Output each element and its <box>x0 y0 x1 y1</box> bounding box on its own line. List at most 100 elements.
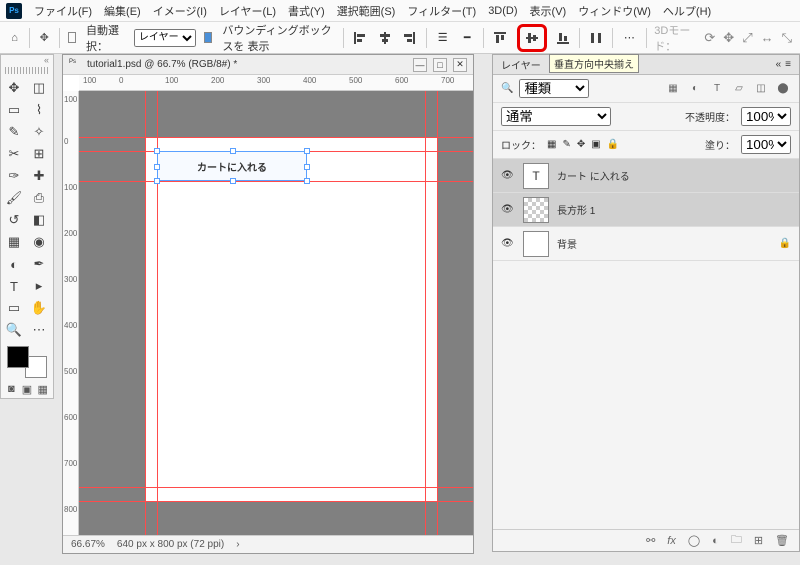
foreground-color[interactable] <box>7 346 29 368</box>
menu-3d[interactable]: 3D(D) <box>488 5 517 17</box>
auto-select-target[interactable]: レイヤー <box>134 29 196 47</box>
new-layer-icon[interactable]: ⊞ <box>754 534 763 547</box>
path-select-tool[interactable]: ▸ <box>28 276 50 296</box>
menu-filter[interactable]: フィルター(T) <box>407 3 476 19</box>
guide-horizontal[interactable] <box>79 181 473 182</box>
selected-layer-bbox[interactable]: カートに入れる <box>157 151 307 181</box>
scale-icon[interactable]: ⤡ <box>782 30 792 46</box>
filter-toggle-icon[interactable]: ⬤ <box>775 81 791 97</box>
brush-tool[interactable]: 🖌 <box>3 188 25 208</box>
distribute-vertical[interactable] <box>588 28 605 48</box>
statusbar-chevron-icon[interactable]: › <box>236 539 239 550</box>
panel-menu-icon[interactable]: ≡ <box>785 59 791 70</box>
type-tool[interactable]: T <box>3 276 25 296</box>
guide-vertical[interactable] <box>145 91 146 535</box>
lock-pixels-icon[interactable]: ▦ <box>547 139 556 150</box>
panel-collapse-icon[interactable]: « <box>776 59 782 70</box>
slide-icon[interactable]: ↔ <box>761 30 774 46</box>
layer-filter-type[interactable]: 種類 <box>519 79 589 98</box>
home-icon[interactable]: ⌂ <box>8 29 21 47</box>
orbit-icon[interactable]: ⟳ <box>704 30 715 46</box>
lock-position-icon[interactable]: ✥ <box>577 139 585 150</box>
eraser-tool[interactable]: ◧ <box>28 210 50 230</box>
blur-tool[interactable]: ◉ <box>28 232 50 252</box>
healing-tool[interactable]: ✚ <box>28 166 50 186</box>
menu-edit[interactable]: 編集(E) <box>104 3 141 19</box>
menu-layer[interactable]: レイヤー(L) <box>219 3 276 19</box>
align-left-edges[interactable] <box>352 28 369 48</box>
fill-input[interactable]: 100% <box>741 135 791 154</box>
layer-item[interactable]: 👁 長方形 1 <box>493 193 799 227</box>
maximize-button[interactable]: □ <box>433 58 447 72</box>
filter-type-icon[interactable]: T <box>709 81 725 97</box>
menu-select[interactable]: 選択範囲(S) <box>337 3 396 19</box>
dodge-tool[interactable]: ◐ <box>3 254 25 274</box>
magic-wand-tool[interactable]: ✧ <box>28 122 50 142</box>
auto-select-checkbox[interactable] <box>68 32 77 43</box>
align-bottom-edges[interactable] <box>555 28 572 48</box>
guide-horizontal[interactable] <box>79 501 473 502</box>
more-options-icon[interactable]: ⋯ <box>621 28 638 48</box>
layer-name[interactable]: カート に入れる <box>557 168 630 183</box>
zoom-level[interactable]: 66.67% <box>71 539 105 550</box>
rectangle-tool[interactable]: ▭ <box>3 298 25 318</box>
artboard-tool[interactable]: ◫ <box>28 78 50 98</box>
close-button[interactable]: ✕ <box>453 58 467 72</box>
filter-shape-icon[interactable]: ▱ <box>731 81 747 97</box>
layer-item[interactable]: 👁 背景 🔒 <box>493 227 799 261</box>
eyedropper-tool[interactable]: ✑ <box>3 166 25 186</box>
menu-window[interactable]: ウィンドウ(W) <box>578 3 651 19</box>
layer-item[interactable]: 👁 T カート に入れる <box>493 159 799 193</box>
menu-image[interactable]: イメージ(I) <box>153 3 207 19</box>
quick-select-tool[interactable]: ✎ <box>3 122 25 142</box>
gradient-tool[interactable]: ▦ <box>3 232 25 252</box>
dolly-icon[interactable]: ⤢ <box>742 30 752 46</box>
filter-adjust-icon[interactable]: ◐ <box>687 81 703 97</box>
filter-image-icon[interactable]: ▦ <box>665 81 681 97</box>
move-tool-icon[interactable]: ✥ <box>38 29 51 47</box>
pen-tool[interactable]: ✒ <box>28 254 50 274</box>
minimize-button[interactable]: — <box>413 58 427 72</box>
align-horizontal-centers[interactable] <box>377 28 394 48</box>
lock-brush-icon[interactable]: ✎ <box>562 139 570 150</box>
zoom-tool[interactable]: 🔍 <box>3 320 25 340</box>
pan-icon[interactable]: ✥ <box>723 30 734 46</box>
align-right-edges[interactable] <box>401 28 418 48</box>
new-group-icon[interactable]: 🗀 <box>731 531 742 550</box>
menu-type[interactable]: 書式(Y) <box>288 3 325 19</box>
collapse-icon[interactable]: « <box>44 55 49 65</box>
guide-horizontal[interactable] <box>79 487 473 488</box>
history-brush-tool[interactable]: ↺ <box>3 210 25 230</box>
canvas[interactable]: カートに入れる <box>79 91 473 535</box>
lock-all-icon[interactable]: 🔒 <box>607 139 619 150</box>
menu-view[interactable]: 表示(V) <box>530 3 567 19</box>
ruler-horizontal[interactable]: 100 0 100 200 300 400 500 600 700 <box>79 75 473 91</box>
document-titlebar[interactable]: Ps tutorial1.psd @ 66.7% (RGB/8#) * — □ … <box>63 55 473 75</box>
layer-fx-icon[interactable]: fx <box>667 535 676 547</box>
layer-name[interactable]: 長方形 1 <box>557 202 595 217</box>
visibility-icon[interactable]: 👁 <box>501 238 515 249</box>
filter-smart-icon[interactable]: ◫ <box>753 81 769 97</box>
extra-icon[interactable]: ▦ <box>36 382 49 396</box>
quick-mask-icon[interactable]: ◙ <box>5 382 18 396</box>
stamp-tool[interactable]: ⎙ <box>28 188 50 208</box>
distribute-horizontal[interactable]: ☰ <box>434 28 451 48</box>
guide-vertical[interactable] <box>437 91 438 535</box>
frame-tool[interactable]: ⊞ <box>28 144 50 164</box>
doc-dimensions[interactable]: 640 px x 800 px (72 ppi) <box>117 539 224 550</box>
move-tool[interactable]: ✥ <box>3 78 25 98</box>
opacity-input[interactable]: 100% <box>741 107 791 126</box>
lock-icon[interactable]: 🔒 <box>779 238 791 249</box>
visibility-icon[interactable]: 👁 <box>501 204 515 215</box>
blend-mode-select[interactable]: 通常 <box>501 107 611 126</box>
align-top-edges[interactable] <box>492 28 509 48</box>
distribute-spacing[interactable]: ━ <box>459 28 476 48</box>
align-vertical-centers[interactable] <box>521 28 543 48</box>
adjustment-layer-icon[interactable]: ◐ <box>712 535 719 547</box>
crop-tool[interactable]: ✂ <box>3 144 25 164</box>
layers-panel-title[interactable]: レイヤー <box>501 57 541 72</box>
ruler-vertical[interactable]: 100 0 100 200 300 400 500 600 700 800 <box>63 91 79 535</box>
color-swatches[interactable] <box>7 346 47 378</box>
link-layers-icon[interactable]: ⚯ <box>646 534 655 547</box>
lock-artboard-icon[interactable]: ▣ <box>591 139 600 150</box>
